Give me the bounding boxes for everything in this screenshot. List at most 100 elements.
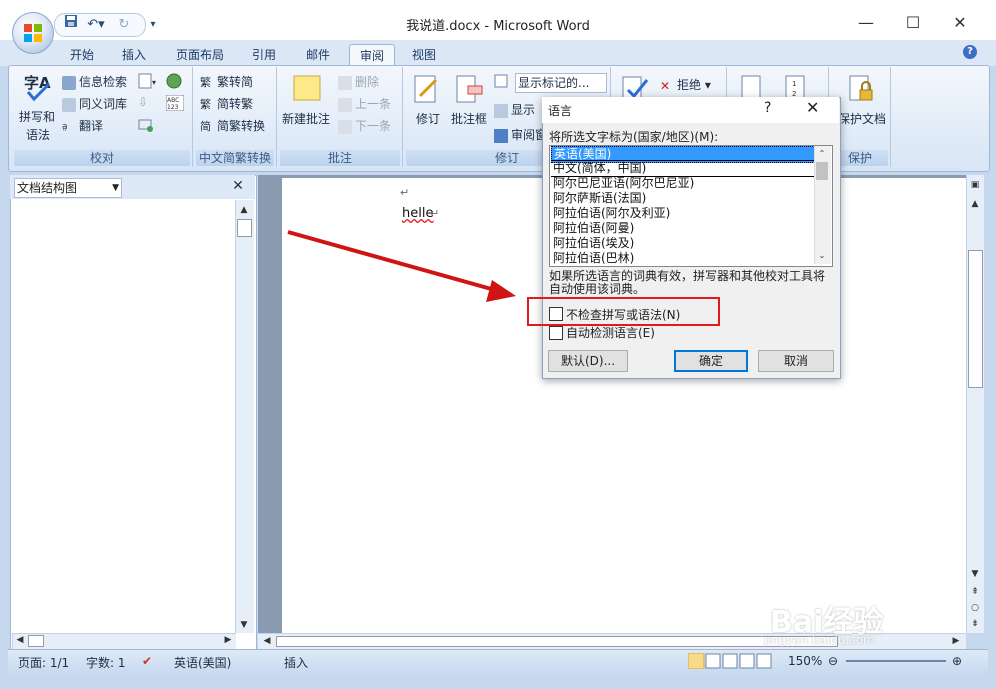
document-vscrollbar[interactable] [966,175,984,633]
status-words[interactable]: 字数: 1 [86,654,126,671]
reject-button[interactable]: ✕ 拒绝 ▾ [660,76,711,93]
t2s-icon: 繁 [200,75,211,89]
set-language-icon[interactable] [138,117,154,133]
reject-label: 拒绝 [677,78,702,92]
scroll-down-icon[interactable]: ▼ [236,617,252,633]
new-comment-icon [292,74,324,104]
zoom-out-icon[interactable]: ⊖ [828,654,838,668]
language-item[interactable]: 阿拉伯语(阿曼) [551,221,815,236]
doc-scroll-down-icon[interactable]: ▼ [967,566,983,582]
close-button[interactable]: ✕ [940,8,980,38]
status-language[interactable]: 英语(美国) [174,654,231,671]
t2s-button[interactable]: 繁繁转简 [200,73,253,90]
abc-count-icon[interactable]: ABC 123 [165,94,185,112]
scroll-up-icon[interactable]: ▲ [236,202,252,218]
delete-comment-label: 删除 [355,75,380,89]
thesaurus-button[interactable]: 同义词库 [62,95,127,112]
zoom-level[interactable]: 150% [788,654,822,668]
language-item[interactable]: 阿拉伯语(巴林) [551,251,815,266]
proofing-status-icon[interactable]: ✔ [142,654,152,668]
zoom-in-icon[interactable]: ⊕ [952,654,962,668]
convert-label: 简繁转换 [217,119,266,133]
doc-scroll-up-icon[interactable]: ▲ [967,196,983,212]
tab-mailings[interactable]: 邮件 [298,44,338,66]
document-map-hscrollbar[interactable] [12,633,236,649]
language-scroll-up-icon[interactable]: ⌃ [814,146,830,162]
ok-button[interactable]: 确定 [674,350,748,372]
display-review-icon [494,74,508,88]
spelling-grammar-icon: 字A [22,72,54,102]
t2s-label: 繁转简 [217,75,254,89]
svg-text:▾: ▾ [152,78,156,87]
default-button[interactable]: 默认(D)... [548,350,628,372]
tab-insert[interactable]: 插入 [114,44,154,66]
spelling-grammar-button-line2[interactable]: 语法 [26,126,50,143]
language-disabled-icon: ⇩ [138,95,149,109]
research-button[interactable]: 信息检索 [62,73,127,90]
show-markup-button[interactable]: 显示 [494,101,535,118]
language-item[interactable]: 阿尔萨斯语(法国) [551,191,815,206]
s2t-button[interactable]: 繁简转繁 [200,95,253,112]
scroll-thumb[interactable] [237,219,252,237]
scroll-right-icon[interactable]: ▶ [220,633,236,647]
tab-home[interactable]: 开始 [62,44,102,66]
prev-comment-icon [338,97,352,112]
show-label: 显示 [511,103,536,117]
tab-references[interactable]: 引用 [244,44,284,66]
auto-detect-checkbox[interactable] [549,326,563,340]
ruler-toggle-icon[interactable]: ▣ [967,177,983,193]
status-page[interactable]: 页面: 1/1 [18,654,69,671]
language-scroll-down-icon[interactable]: ⌄ [814,248,830,264]
view-buttons[interactable] [687,652,772,670]
globe-icon[interactable] [166,73,182,89]
protect-document-button[interactable]: 保护文档 [838,110,886,127]
language-item[interactable]: 阿拉伯语(埃及) [551,236,815,251]
cancel-button[interactable]: 取消 [758,350,834,372]
new-comment-button[interactable]: 新建批注 [282,110,330,127]
doc-scroll-left-icon[interactable]: ◀ [259,634,275,648]
help-icon[interactable]: ? [963,45,977,59]
convert-button[interactable]: 简简繁转换 [200,117,265,134]
tab-view[interactable]: 视图 [404,44,444,66]
language-prompt: 将所选文字标为(国家/地区)(M): [549,130,719,144]
zoom-slider[interactable] [846,660,946,662]
spelling-grammar-button-line1[interactable]: 拼写和 [19,108,55,125]
document-map-scrollbar[interactable] [235,200,254,633]
maximize-button[interactable]: ☐ [893,8,933,38]
language-item[interactable]: 阿拉伯语(阿尔及利亚) [551,206,815,221]
next-comment-icon [338,119,352,134]
translate-button[interactable]: a̤ 翻译 [62,117,103,134]
balloons-button[interactable]: 批注框 [451,110,487,127]
doc-hscroll-thumb[interactable] [276,636,838,647]
dialog-help-icon[interactable]: ? [764,100,771,116]
show-markup-dropdown[interactable]: 显示标记的... [515,73,607,93]
close-pane-icon[interactable]: ✕ [230,178,246,194]
language-item[interactable]: 阿尔巴尼亚语(阿尔巴尼亚) [551,176,815,191]
language-scroll-thumb[interactable] [816,162,828,180]
doc-scroll-thumb[interactable] [968,250,983,388]
document-text[interactable]: helle [402,206,433,221]
status-insert-mode[interactable]: 插入 [284,654,308,671]
reviewing-pane-button[interactable]: 审阅窗 [494,126,547,143]
office-logo-icon [24,24,42,42]
word-count-icon[interactable]: ▾ [138,73,158,89]
show-markup-label: 显示标记的... [518,76,590,90]
track-changes-button[interactable]: 修订 [416,110,440,127]
s2t-icon: 繁 [200,97,211,111]
scroll-left-icon[interactable]: ◀ [12,633,28,647]
dialog-title-bar [542,97,839,123]
hscroll-thumb[interactable] [28,635,44,647]
tab-page-layout[interactable]: 页面布局 [170,44,230,66]
minimize-button[interactable]: — [846,8,886,38]
next-comment-button: 下一条 [338,117,391,134]
dialog-close-icon[interactable]: ✕ [806,98,819,117]
office-button[interactable] [12,12,54,54]
auto-detect-label[interactable]: 自动检测语言(E) [566,324,655,341]
tab-review[interactable]: 审阅 [349,44,395,67]
document-map-combo[interactable]: 文档结构图 ▼ [14,178,122,198]
translate-label: 翻译 [79,119,104,133]
protect-document-icon [846,74,876,104]
annotation-arrow [287,230,516,302]
language-item[interactable]: 中文(简体，中国) [551,160,815,177]
reject-icon: ✕ [660,78,671,93]
